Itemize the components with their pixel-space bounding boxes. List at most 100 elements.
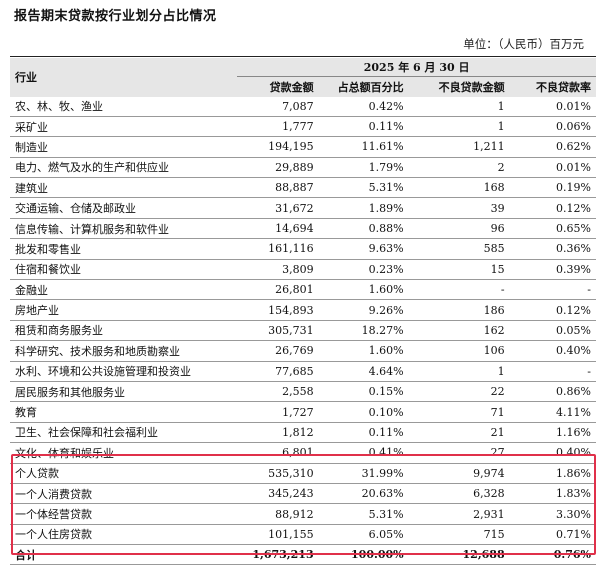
npl-rate-column-header: 不良贷款率 <box>509 76 596 97</box>
amount-cell: 345,243 <box>237 483 319 505</box>
percent-cell: 31.99% <box>318 462 409 484</box>
npl-rate-cell: 3.30% <box>509 503 596 525</box>
industry-column-header: 行业 <box>10 58 238 97</box>
percent-cell: 18.27% <box>318 320 409 342</box>
percent-cell: 6.05% <box>318 524 409 546</box>
table-row: 农、林、牧、渔业 7,087 0.42% 1 0.01% <box>10 96 596 117</box>
industry-cell: 卫生、社会保障和社会福利业 <box>10 422 238 444</box>
amount-cell: 1,812 <box>237 422 319 444</box>
percent-cell: 4.64% <box>318 361 409 382</box>
percent-cell: 20.63% <box>318 483 409 505</box>
amount-cell: 7,087 <box>237 96 319 117</box>
npl-cell: 186 <box>408 299 510 321</box>
percent-cell: 0.10% <box>318 401 409 423</box>
npl-rate-cell: 0.05% <box>509 320 596 342</box>
npl-cell: 96 <box>408 218 510 240</box>
npl-rate-cell: 0.62% <box>509 136 596 158</box>
table-row: 交通运输、仓储及邮政业 31,672 1.89% 39 0.12% <box>10 197 596 219</box>
table-row: 建筑业 88,887 5.31% 168 0.19% <box>10 177 596 199</box>
unit-label: 单位：（人民币）百万元 <box>463 37 584 51</box>
industry-cell: 制造业 <box>10 136 238 158</box>
npl-rate-cell: 0.39% <box>509 259 596 281</box>
npl-rate-cell: 0.06% <box>509 116 596 138</box>
amount-cell: 3,809 <box>237 259 319 281</box>
npl-cell: 9,974 <box>408 462 510 484</box>
amount-cell: 88,912 <box>237 503 319 525</box>
percent-cell: 100.00% <box>318 544 409 565</box>
npl-cell: 2,931 <box>408 503 510 525</box>
percent-cell: 0.88% <box>318 218 409 240</box>
page-title: 报告期末贷款按行业划分占比情况 <box>14 9 217 24</box>
npl-cell: 1 <box>408 361 510 382</box>
table-row: 卫生、社会保障和社会福利业 1,812 0.11% 21 1.16% <box>10 422 596 444</box>
amount-cell: 26,769 <box>237 340 319 362</box>
industry-cell: 教育 <box>10 401 238 423</box>
table-row: 居民服务和其他服务业 2,558 0.15% 22 0.86% <box>10 381 596 403</box>
npl-cell: 106 <box>408 340 510 362</box>
amount-cell: 29,889 <box>237 157 319 179</box>
date-header-text: 2025 年 6 月 30 日 <box>363 61 470 74</box>
industry-cell: 文化、体育和娱乐业 <box>10 442 238 464</box>
percent-cell: 1.89% <box>318 197 409 219</box>
table-row: 文化、体育和娱乐业 6,801 0.41% 27 0.40% <box>10 442 596 464</box>
npl-cell: 12,688 <box>408 544 510 565</box>
npl-rate-cell: 1.83% <box>509 483 596 505</box>
npl-rate-cell: 1.16% <box>509 422 596 444</box>
industry-cell: 一个体经营贷款 <box>10 503 238 525</box>
industry-cell: 房地产业 <box>10 299 238 321</box>
table-row: 科学研究、技术服务和地质勘察业 26,769 1.60% 106 0.40% <box>10 340 596 362</box>
npl-rate-cell: 0.12% <box>509 197 596 219</box>
npl-rate-cell: 0.01% <box>509 96 596 117</box>
amount-cell: 101,155 <box>237 524 319 546</box>
industry-cell: 一个人消费贷款 <box>10 483 238 505</box>
percent-cell: 1.60% <box>318 340 409 362</box>
npl-cell: - <box>408 279 510 301</box>
npl-rate-cell: 0.40% <box>509 442 596 464</box>
percent-cell: 0.11% <box>318 422 409 444</box>
industry-cell: 租赁和商务服务业 <box>10 320 238 342</box>
percent-column-header: 占总额百分比 <box>318 76 409 97</box>
npl-rate-cell: 0.76% <box>509 544 596 565</box>
percent-cell: 0.11% <box>318 116 409 138</box>
industry-cell: 信息传输、计算机服务和软件业 <box>10 218 238 240</box>
amount-column-header: 贷款金额 <box>237 76 319 97</box>
table-row: 房地产业 154,893 9.26% 186 0.12% <box>10 299 596 321</box>
amount-cell: 194,195 <box>237 136 319 158</box>
table-row: 电力、燃气及水的生产和供应业 29,889 1.79% 2 0.01% <box>10 157 596 179</box>
npl-rate-cell: 0.86% <box>509 381 596 403</box>
table-top-rule <box>10 56 596 57</box>
amount-cell: 154,893 <box>237 299 319 321</box>
npl-rate-cell: 0.01% <box>509 157 596 179</box>
amount-cell: 14,694 <box>237 218 319 240</box>
percent-cell: 11.61% <box>318 136 409 158</box>
amount-cell: 1,777 <box>237 116 319 138</box>
industry-cell: 建筑业 <box>10 177 238 199</box>
industry-cell: 合计 <box>10 544 238 565</box>
amount-cell: 1,727 <box>237 401 319 423</box>
npl-cell: 585 <box>408 238 510 260</box>
amount-cell: 6,801 <box>237 442 319 464</box>
npl-rate-cell: 0.71% <box>509 524 596 546</box>
table-row: 水利、环境和公共设施管理和投资业 77,685 4.64% 1- <box>10 361 596 382</box>
npl-rate-cell: 4.11% <box>509 401 596 423</box>
percent-cell: 0.15% <box>318 381 409 403</box>
industry-cell: 交通运输、仓储及邮政业 <box>10 197 238 219</box>
npl-rate-cell: 0.12% <box>509 299 596 321</box>
npl-rate-cell: - <box>509 279 596 301</box>
percent-cell: 5.31% <box>318 177 409 199</box>
table-row: 制造业 194,195 11.61% 1,211 0.62% <box>10 136 596 158</box>
industry-cell: 水利、环境和公共设施管理和投资业 <box>10 361 238 382</box>
amount-cell: 88,887 <box>237 177 319 199</box>
npl-cell: 168 <box>408 177 510 199</box>
amount-cell: 31,672 <box>237 197 319 219</box>
npl-cell: 715 <box>408 524 510 546</box>
npl-cell: 71 <box>408 401 510 423</box>
industry-cell: 批发和零售业 <box>10 238 238 260</box>
industry-cell: 一个人住房贷款 <box>10 524 238 546</box>
amount-cell: 77,685 <box>237 361 319 382</box>
table-row: 批发和零售业 161,116 9.63% 585 0.36% <box>10 238 596 260</box>
loan-industry-table: 行业 2025 年 6 月 30 日 贷款金额 占总额百分比 不良贷款金额 不良… <box>10 58 596 565</box>
table-header-date-row: 行业 2025 年 6 月 30 日 <box>10 58 596 97</box>
percent-cell: 0.23% <box>318 259 409 281</box>
industry-cell: 科学研究、技术服务和地质勘察业 <box>10 340 238 362</box>
